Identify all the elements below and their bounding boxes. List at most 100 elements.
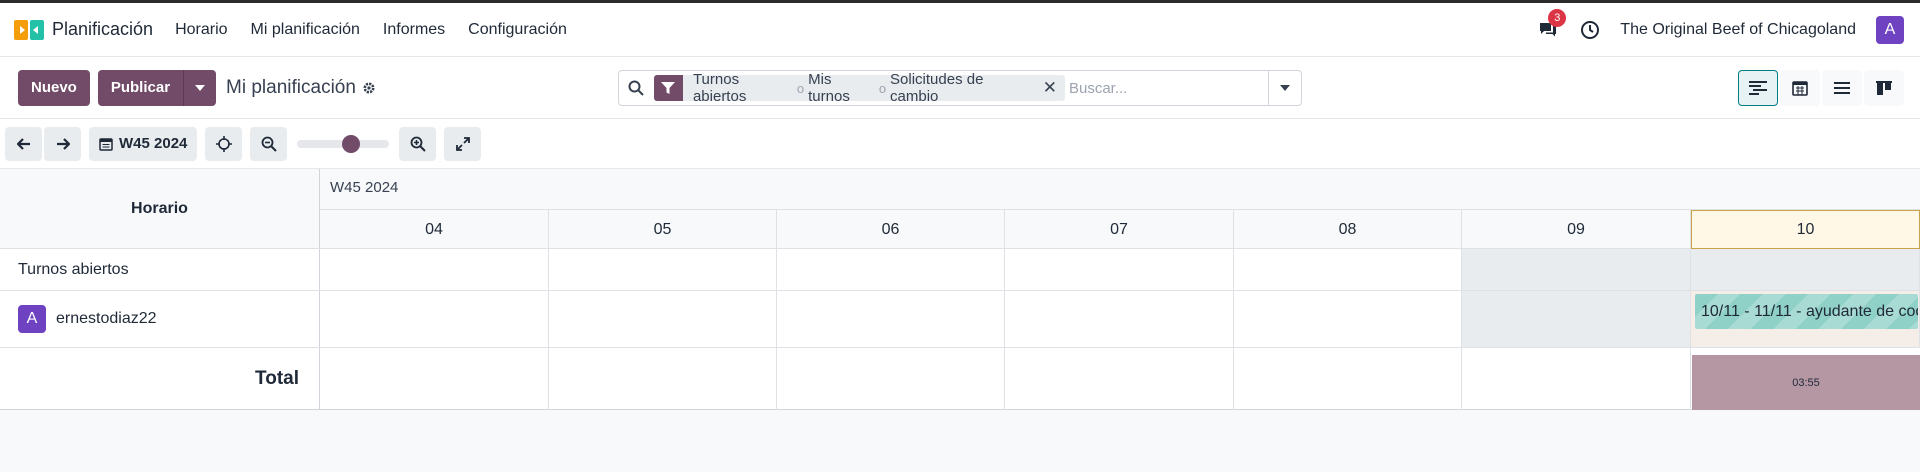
gantt-cell-weekend[interactable] [1691, 249, 1920, 290]
filter-facet-values: Turnos abiertos o Mis turnos o Solicitud… [683, 71, 1039, 105]
total-hours-bar: 03:55 [1692, 355, 1920, 410]
gantt-cell[interactable] [1005, 291, 1234, 347]
gantt-cell[interactable] [549, 249, 777, 290]
menu-item-mi-planificacion[interactable]: Mi planificación [251, 21, 360, 39]
gantt-cell[interactable] [777, 249, 1005, 290]
navbar-right: 3 The Original Beef of Chicagoland A [1536, 8, 1904, 44]
gantt-cell[interactable] [320, 291, 549, 347]
search-bar: Turnos abiertos o Mis turnos o Solicitud… [618, 70, 1302, 106]
control-panel: Nuevo Publicar Mi planificación Turnos a… [0, 57, 1920, 119]
facet-separator: o [796, 80, 805, 96]
gantt-cell[interactable] [777, 291, 1005, 347]
menu-item-horario[interactable]: Horario [175, 21, 227, 39]
gear-icon[interactable] [362, 81, 376, 95]
employee-name: ernestodiaz22 [56, 310, 157, 327]
zoom-out-icon [261, 136, 277, 152]
employee-avatar: A [18, 305, 46, 333]
total-cell [1005, 348, 1234, 410]
period-picker-button[interactable]: W45 2024 [89, 126, 198, 161]
facet-value: Turnos abiertos [692, 71, 747, 105]
calendar-icon [99, 137, 113, 151]
publish-button[interactable]: Publicar [97, 69, 184, 106]
facet-separator: o [878, 80, 887, 96]
day-header: 07 [1005, 210, 1234, 249]
expand-button[interactable] [444, 126, 482, 161]
company-switcher[interactable]: The Original Beef of Chicagoland [1620, 21, 1856, 39]
gantt-total-row: Total 03:55 [0, 348, 1920, 410]
main-navbar: Planificación Horario Mi planificación I… [0, 3, 1920, 57]
calendar-view-button[interactable] [1780, 69, 1820, 106]
gantt-cell[interactable] [549, 291, 777, 347]
previous-period-button[interactable] [5, 126, 42, 161]
list-view-button[interactable] [1822, 69, 1862, 106]
total-label: Total [0, 348, 320, 410]
gantt-row-open-shifts: Turnos abiertos [0, 249, 1920, 291]
menu-item-configuracion[interactable]: Configuración [468, 21, 567, 39]
row-label-employee[interactable]: A ernestodiaz22 [0, 291, 320, 347]
zoom-slider[interactable] [297, 134, 390, 153]
app-title[interactable]: Planificación [52, 19, 153, 40]
gantt-header: Horario W45 2024 04 05 06 07 08 09 10 [0, 169, 1920, 249]
arrow-right-icon [56, 137, 70, 150]
top-menu: Horario Mi planificación Informes Config… [175, 21, 567, 39]
filter-facet: Turnos abiertos o Mis turnos o Solicitud… [653, 71, 1065, 105]
day-header: 05 [549, 210, 777, 249]
period-navigation [5, 126, 81, 161]
facet-value: Mis turnos [808, 71, 850, 105]
kanban-view-button[interactable] [1864, 69, 1904, 106]
zoom-slider-handle[interactable] [341, 134, 360, 153]
messaging-button[interactable]: 3 [1536, 8, 1567, 42]
total-cell [1462, 348, 1691, 410]
gantt-cell[interactable] [1234, 291, 1462, 347]
focus-today-button[interactable] [205, 126, 243, 161]
zoom-in-button[interactable] [399, 126, 437, 161]
remove-facet-icon[interactable]: ✕ [1039, 78, 1065, 98]
gantt-view: Horario W45 2024 04 05 06 07 08 09 10 Tu… [0, 169, 1920, 410]
user-avatar[interactable]: A [1876, 15, 1904, 44]
gantt-cell-weekend[interactable] [1462, 291, 1691, 347]
calendar-icon [1792, 80, 1808, 96]
gantt-cell[interactable] [1234, 249, 1462, 290]
notification-badge: 3 [1548, 8, 1567, 27]
search-options-toggle[interactable] [1267, 71, 1301, 105]
list-icon [1834, 81, 1850, 94]
day-header-today: 10 [1691, 210, 1920, 249]
zoom-in-icon [410, 136, 426, 152]
caret-down-icon [1279, 85, 1290, 91]
gantt-view-button[interactable] [1738, 69, 1778, 106]
gantt-cell[interactable] [320, 249, 549, 290]
expand-icon [455, 136, 470, 151]
clock-icon[interactable] [1580, 20, 1600, 40]
app-logo[interactable]: Planificación [14, 18, 153, 42]
gantt-toolbar: W45 2024 [0, 119, 1920, 169]
menu-item-informes[interactable]: Informes [383, 21, 445, 39]
day-header-row: 04 05 06 07 08 09 10 [320, 209, 1920, 249]
gantt-cell-weekend[interactable] [1462, 249, 1691, 290]
new-button[interactable]: Nuevo [18, 69, 90, 106]
search-input[interactable] [1068, 79, 1268, 97]
search-icon [619, 80, 654, 96]
filter-icon [653, 75, 683, 101]
next-period-button[interactable] [44, 126, 81, 161]
gantt-row-employee: A ernestodiaz22 10/11 - 11/11 - ayudante… [0, 291, 1920, 348]
publish-button-group: Publicar [97, 69, 217, 106]
total-cell [777, 348, 1005, 410]
gantt-cell[interactable] [1005, 249, 1234, 290]
page-title: Mi planificación [226, 76, 356, 98]
arrow-left-icon [16, 137, 30, 150]
row-header-label: Horario [0, 169, 320, 248]
total-cell [320, 348, 549, 410]
row-label[interactable]: Turnos abiertos [0, 249, 320, 290]
publish-dropdown-toggle[interactable] [183, 69, 217, 106]
total-cell [1234, 348, 1462, 410]
day-header: 06 [777, 210, 1005, 249]
day-header: 04 [320, 210, 549, 249]
caret-down-icon [195, 84, 206, 91]
gantt-icon [1749, 80, 1767, 95]
shift-pill[interactable]: 10/11 - 11/11 - ayudante de cocina [1695, 294, 1918, 329]
planning-app-icon [14, 19, 44, 40]
breadcrumb: Mi planificación [226, 77, 376, 99]
day-header: 08 [1234, 210, 1462, 249]
total-cell [549, 348, 777, 410]
zoom-out-button[interactable] [250, 126, 288, 161]
